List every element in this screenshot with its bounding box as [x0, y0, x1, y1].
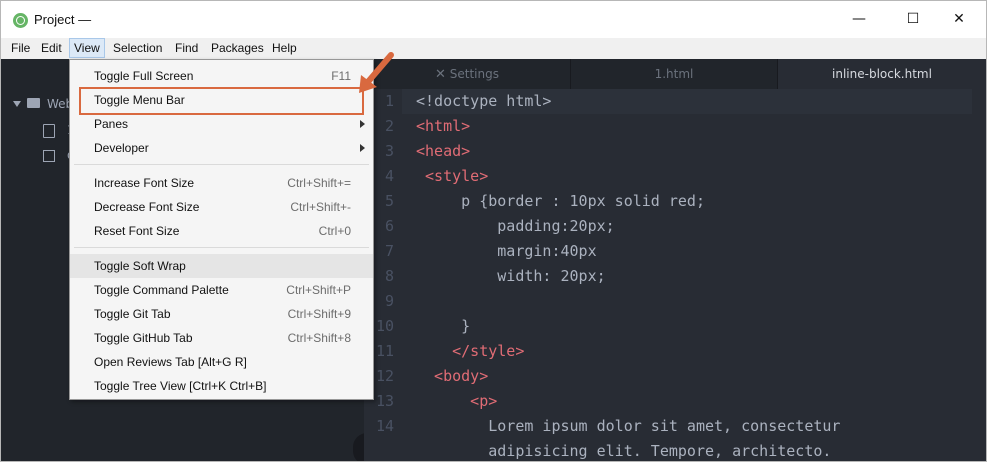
menu-item-increase-font-size[interactable]: Increase Font Size Ctrl+Shift+=	[70, 171, 373, 195]
shortcut-label: Ctrl+Shift+8	[287, 331, 351, 345]
code-line: p {border : 10px solid red;	[416, 192, 705, 210]
menu-packages[interactable]: Packages	[207, 38, 268, 58]
menu-find[interactable]: Find	[171, 38, 202, 58]
tab-inline-block-html[interactable]: inline-block.html	[778, 59, 986, 89]
code-line: <body>	[416, 367, 489, 385]
menu-item-toggle-full-screen[interactable]: Toggle Full Screen F11	[70, 64, 373, 88]
code-line: margin:40px	[416, 242, 597, 260]
shortcut-label: Ctrl+0	[318, 224, 351, 238]
code-line: </style>	[416, 342, 525, 360]
menu-item-toggle-github-tab[interactable]: Toggle GitHub Tab Ctrl+Shift+8	[70, 326, 373, 350]
shortcut-label: Ctrl+Shift+P	[286, 283, 351, 297]
menu-separator	[74, 164, 369, 165]
code-line: }	[416, 317, 471, 335]
menu-edit[interactable]: Edit	[37, 38, 66, 58]
title-bar: Project — — ☐ ✕	[1, 1, 986, 38]
file-icon	[43, 124, 55, 138]
shortcut-label: Ctrl+Shift+=	[287, 176, 351, 190]
wrench-icon: ✕	[435, 67, 446, 82]
close-button[interactable]: ✕	[949, 10, 969, 28]
tab-bar: ✕ Settings 1.html inline-block.html	[364, 59, 986, 89]
menu-item-developer[interactable]: Developer	[70, 136, 373, 160]
code-line: adipisicing elit. Tempore, architecto.	[416, 442, 832, 460]
window-title: Project —	[34, 12, 92, 27]
annotation-arrow-icon	[359, 52, 394, 93]
atom-app-icon	[13, 13, 28, 28]
code-editor[interactable]: 1 2 3 4 5 6 7 8 9 10 11 12 13 14 <!docty…	[364, 89, 986, 461]
menu-item-reset-font-size[interactable]: Reset Font Size Ctrl+0	[70, 219, 373, 243]
chevron-down-icon	[13, 101, 21, 107]
code-line: padding:20px;	[416, 217, 615, 235]
menu-selection[interactable]: Selection	[109, 38, 166, 58]
shortcut-label: Ctrl+Shift+-	[290, 200, 351, 214]
shortcut-label: F11	[331, 69, 351, 83]
menu-item-toggle-tree-view[interactable]: Toggle Tree View [Ctrl+K Ctrl+B]	[70, 374, 373, 398]
menu-item-toggle-soft-wrap[interactable]: Toggle Soft Wrap	[70, 254, 373, 278]
submenu-arrow-icon	[360, 144, 365, 152]
tab-1-html[interactable]: 1.html	[571, 59, 778, 89]
code-line: Lorem ipsum dolor sit amet, consectetur	[416, 417, 841, 435]
menu-file[interactable]: File	[7, 38, 34, 58]
code-line: <head>	[416, 142, 471, 160]
maximize-button[interactable]: ☐	[903, 10, 923, 28]
code-line: width: 20px;	[416, 267, 606, 285]
code-line: <!doctype html>	[416, 92, 552, 110]
app-window: Project — — ☐ ✕ File Edit View Selection…	[0, 0, 987, 462]
menu-item-toggle-git-tab[interactable]: Toggle Git Tab Ctrl+Shift+9	[70, 302, 373, 326]
folder-icon	[27, 98, 40, 108]
tab-label: Settings	[449, 67, 499, 81]
code-line: <style>	[416, 167, 489, 185]
menu-item-toggle-command-palette[interactable]: Toggle Command Palette Ctrl+Shift+P	[70, 278, 373, 302]
menu-bar: File Edit View Selection Find Packages H…	[1, 38, 986, 59]
submenu-arrow-icon	[360, 120, 365, 128]
minimize-button[interactable]: —	[849, 10, 869, 28]
menu-item-panes[interactable]: Panes	[70, 112, 373, 136]
menu-help[interactable]: Help	[268, 38, 301, 58]
shortcut-label: Ctrl+Shift+9	[287, 307, 351, 321]
code-line: <html>	[416, 117, 471, 135]
code-line: <p>	[416, 392, 498, 410]
annotation-highlight-box	[79, 87, 364, 115]
menu-item-decrease-font-size[interactable]: Decrease Font Size Ctrl+Shift+-	[70, 195, 373, 219]
menu-view[interactable]: View	[69, 38, 105, 58]
menu-item-open-reviews-tab[interactable]: Open Reviews Tab [Alt+G R]	[70, 350, 373, 374]
image-file-icon	[43, 150, 55, 162]
menu-separator	[74, 247, 369, 248]
line-number: 14	[375, 417, 394, 435]
